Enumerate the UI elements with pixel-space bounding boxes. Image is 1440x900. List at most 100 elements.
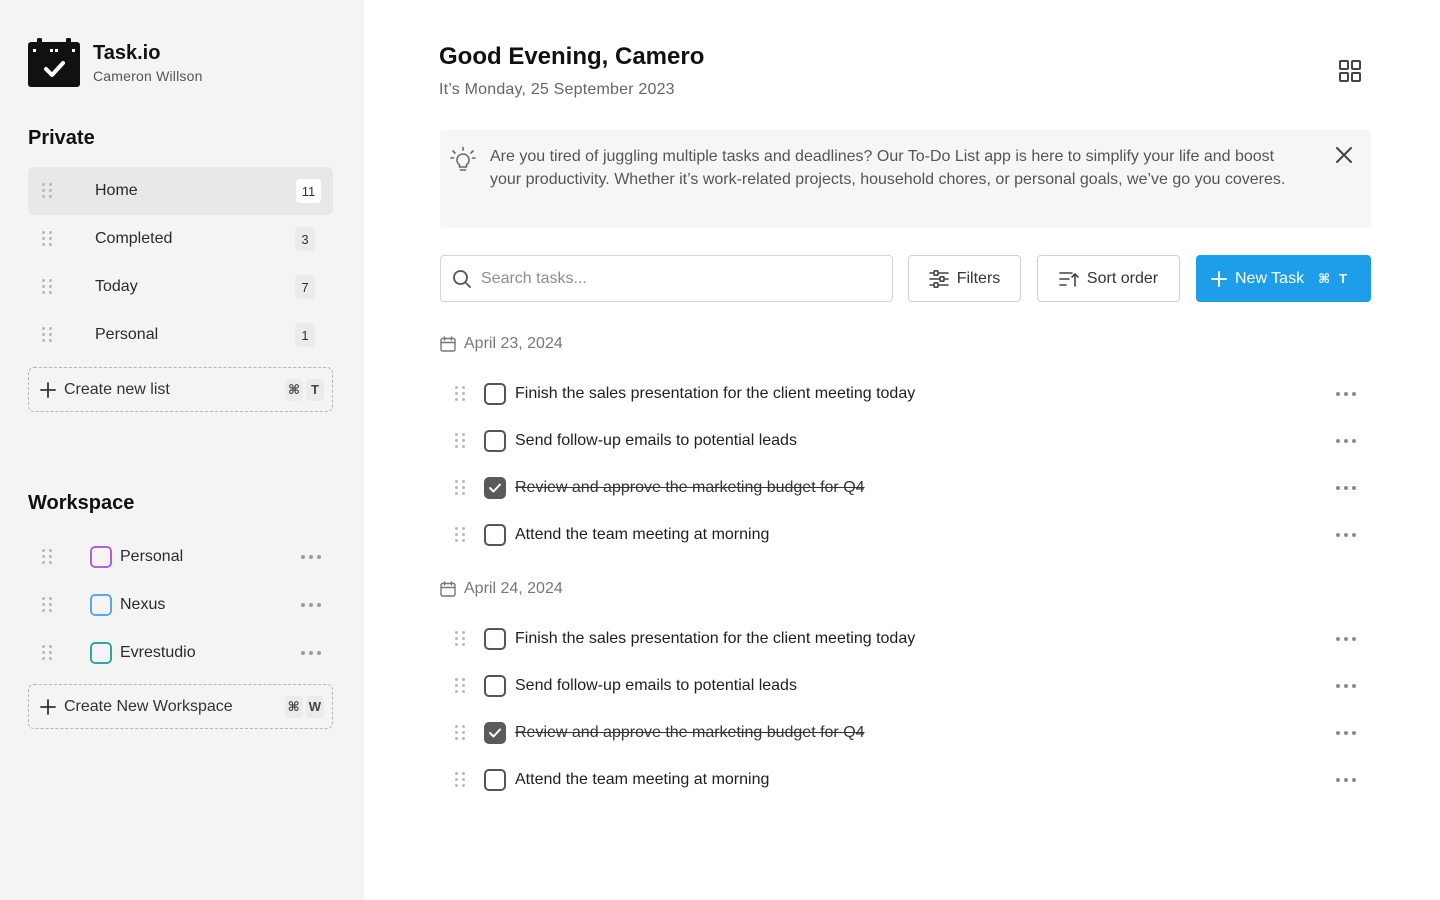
greeting-title: Good Evening, Camero — [439, 43, 705, 70]
sidebar-item-label: Home — [95, 182, 138, 199]
task-row: Attend the team meeting at morning — [450, 760, 1370, 800]
create-new-workspace-label: Create New Workspace — [64, 697, 233, 715]
task-label[interactable]: Send follow-up emails to potential leads — [515, 432, 1336, 450]
plus-icon — [1211, 270, 1227, 287]
keyboard-shortcut: ⌘ W — [284, 695, 324, 718]
workspace-item-personal[interactable]: Personal — [28, 537, 333, 577]
more-options-icon[interactable] — [301, 603, 321, 607]
task-row: Send follow-up emails to potential leads — [450, 666, 1370, 706]
command-key-icon: ⌘ — [1318, 270, 1331, 286]
search-input[interactable] — [481, 269, 861, 288]
task-checkbox[interactable] — [484, 430, 506, 452]
more-options-icon[interactable] — [1336, 392, 1356, 396]
task-row: Attend the team meeting at morning — [450, 515, 1370, 555]
task-checkbox-checked[interactable] — [484, 477, 506, 499]
info-banner: Are you tired of juggling multiple tasks… — [440, 130, 1371, 228]
sort-order-label: Sort order — [1086, 269, 1159, 287]
task-label[interactable]: Review and approve the marketing budget … — [515, 479, 1336, 497]
search-icon — [453, 269, 471, 288]
count-badge: 7 — [295, 275, 315, 299]
task-row: Send follow-up emails to potential leads — [450, 421, 1370, 461]
close-icon[interactable] — [1334, 145, 1354, 165]
drag-handle-icon[interactable] — [455, 631, 465, 647]
count-badge: 11 — [296, 179, 321, 203]
command-key-icon: ⌘ — [284, 378, 303, 401]
sidebar-item-today[interactable]: Today 7 — [28, 263, 333, 311]
sidebar-item-personal[interactable]: Personal 1 — [28, 311, 333, 359]
private-section-title: Private — [28, 127, 95, 149]
keyboard-shortcut: ⌘ T — [284, 378, 324, 401]
workspace-item-label: Nexus — [120, 596, 166, 613]
drag-handle-icon[interactable] — [455, 772, 465, 788]
count-badge: 3 — [295, 227, 315, 251]
drag-handle-icon[interactable] — [42, 645, 52, 661]
more-options-icon[interactable] — [1336, 684, 1356, 688]
calendar-check-logo-icon — [28, 38, 80, 87]
checkmark-icon — [489, 483, 501, 493]
task-label[interactable]: Attend the team meeting at morning — [515, 526, 1336, 544]
task-group-date-label: April 23, 2024 — [464, 335, 563, 352]
drag-handle-icon[interactable] — [455, 386, 465, 402]
drag-handle-icon[interactable] — [455, 678, 465, 694]
drag-handle-icon[interactable] — [42, 549, 52, 565]
drag-handle-icon[interactable] — [455, 725, 465, 741]
task-checkbox[interactable] — [484, 524, 506, 546]
calendar-icon — [440, 336, 456, 352]
workspace-color-swatch — [90, 642, 112, 664]
workspace-item-evrestudio[interactable]: Evrestudio — [28, 633, 333, 673]
more-options-icon[interactable] — [1336, 731, 1356, 735]
task-checkbox[interactable] — [484, 769, 506, 791]
user-name: Cameron Willson — [93, 68, 203, 84]
drag-handle-icon[interactable] — [42, 231, 52, 247]
sort-order-button[interactable]: Sort order — [1037, 255, 1180, 302]
drag-handle-icon[interactable] — [42, 183, 52, 199]
sidebar-item-home[interactable]: Home 11 — [28, 167, 333, 215]
plus-icon — [40, 698, 56, 715]
task-group-date: April 23, 2024 — [440, 335, 563, 353]
create-new-workspace-button[interactable]: Create New Workspace ⌘ W — [28, 684, 333, 729]
more-options-icon[interactable] — [1336, 778, 1356, 782]
drag-handle-icon[interactable] — [42, 327, 52, 343]
workspace-item-nexus[interactable]: Nexus — [28, 585, 333, 625]
drag-handle-icon[interactable] — [42, 279, 52, 295]
task-checkbox[interactable] — [484, 675, 506, 697]
app-name: Task.io — [93, 42, 161, 64]
checkmark-icon — [489, 728, 501, 738]
more-options-icon[interactable] — [1336, 533, 1356, 537]
sidebar-item-completed[interactable]: Completed 3 — [28, 215, 333, 263]
calendar-icon — [440, 581, 456, 597]
more-options-icon[interactable] — [1336, 439, 1356, 443]
grid-view-icon[interactable] — [1337, 58, 1363, 84]
sliders-icon — [928, 269, 949, 288]
task-checkbox[interactable] — [484, 628, 506, 650]
shortcut-key: T — [1339, 270, 1348, 286]
create-new-list-label: Create new list — [64, 380, 170, 398]
drag-handle-icon[interactable] — [455, 527, 465, 543]
shortcut-key: T — [306, 378, 324, 401]
more-options-icon[interactable] — [1336, 637, 1356, 641]
task-label[interactable]: Send follow-up emails to potential leads — [515, 677, 1336, 695]
task-label[interactable]: Attend the team meeting at morning — [515, 771, 1336, 789]
task-group-date-label: April 24, 2024 — [464, 580, 563, 597]
brand: Task.io Cameron Willson — [28, 38, 203, 87]
task-label[interactable]: Review and approve the marketing budget … — [515, 724, 1336, 742]
task-checkbox-checked[interactable] — [484, 722, 506, 744]
task-label[interactable]: Finish the sales presentation for the cl… — [515, 630, 1336, 648]
search-box[interactable] — [440, 255, 893, 302]
more-options-icon[interactable] — [301, 555, 321, 559]
workspace-section-title: Workspace — [28, 492, 135, 514]
drag-handle-icon[interactable] — [42, 597, 52, 613]
sidebar: Task.io Cameron Willson Private Home 11 … — [0, 0, 364, 900]
workspace-color-swatch — [90, 546, 112, 568]
drag-handle-icon[interactable] — [455, 433, 465, 449]
task-label[interactable]: Finish the sales presentation for the cl… — [515, 385, 1336, 403]
more-options-icon[interactable] — [301, 651, 321, 655]
filters-button[interactable]: Filters — [908, 255, 1021, 302]
new-task-button[interactable]: New Task ⌘ T — [1196, 255, 1371, 302]
current-date: It’s Monday, 25 September 2023 — [439, 81, 675, 98]
task-checkbox[interactable] — [484, 383, 506, 405]
create-new-list-button[interactable]: Create new list ⌘ T — [28, 367, 333, 412]
task-row: Finish the sales presentation for the cl… — [450, 619, 1370, 659]
more-options-icon[interactable] — [1336, 486, 1356, 490]
drag-handle-icon[interactable] — [455, 480, 465, 496]
